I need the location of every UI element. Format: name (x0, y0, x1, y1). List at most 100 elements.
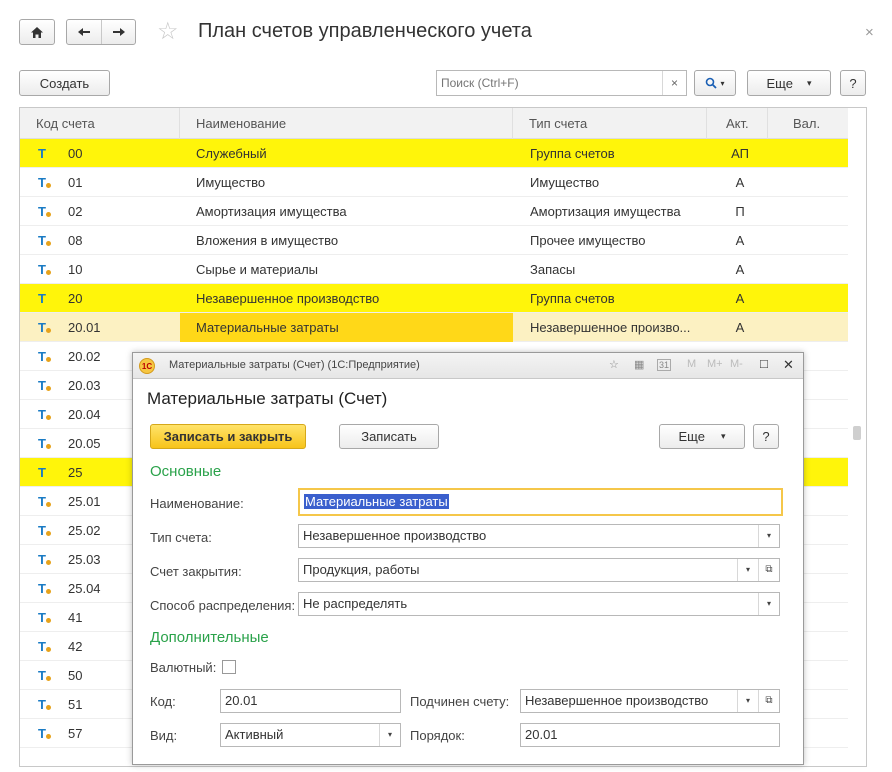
code-label: Код: (150, 694, 176, 709)
scrollbar-thumb[interactable] (853, 426, 861, 440)
save-and-close-button[interactable]: Записать и закрыть (150, 424, 306, 449)
account-type: Прочее имущество (530, 233, 646, 248)
account-dot-icon (46, 647, 51, 652)
account-akt: А (735, 291, 745, 306)
account-icon: T (38, 429, 52, 458)
order-value: 20.01 (525, 727, 558, 742)
account-type: Группа счетов (530, 291, 615, 306)
account-name: Амортизация имущества (196, 204, 347, 219)
account-icon: T (38, 661, 52, 690)
account-icon: T (38, 226, 52, 255)
star-icon[interactable]: ☆ (157, 20, 179, 44)
memory-minus-icon[interactable]: M- (730, 358, 743, 370)
kind-field[interactable]: Активный ▾ (220, 723, 401, 747)
home-button[interactable] (19, 19, 55, 45)
maximize-icon[interactable]: □ (760, 356, 768, 371)
table-row[interactable]: T 00 Служебный Группа счетов АП (20, 139, 850, 168)
chevron-down-icon[interactable]: ▾ (758, 593, 779, 615)
account-icon: T (38, 313, 52, 342)
account-code: 08 (68, 233, 83, 248)
account-akt: АП (731, 146, 749, 161)
name-label: Наименование: (150, 496, 244, 511)
column-header-code[interactable]: Код счета (20, 108, 180, 139)
chevron-down-icon[interactable]: ▾ (758, 525, 779, 547)
search-options-button[interactable]: ▾ (694, 70, 736, 96)
account-type-field[interactable]: Незавершенное производство ▾ (298, 524, 780, 548)
closing-account-field[interactable]: Продукция, работы ▾ ⧉ (298, 558, 780, 582)
chevron-down-icon[interactable]: ▾ (737, 690, 758, 712)
account-icon: T (38, 574, 52, 603)
memory-icon[interactable]: M (687, 358, 696, 370)
favorite-icon[interactable]: ☆ (609, 358, 619, 371)
table-header: Код счета Наименование Тип счета Акт. Ва… (20, 108, 850, 139)
open-icon[interactable]: ⧉ (758, 559, 779, 581)
table-row[interactable]: T 02 Амортизация имущества Амортизация имущ… (20, 197, 850, 226)
distribution-field[interactable]: Не распределять ▾ (298, 592, 780, 616)
arrow-right-icon (112, 28, 125, 36)
order-field[interactable]: 20.01 (520, 723, 780, 747)
account-type-icon: T (38, 697, 46, 712)
closing-account-label: Счет закрытия: (150, 564, 242, 579)
account-type-icon: T (38, 465, 46, 480)
column-header-type[interactable]: Тип счета (513, 108, 707, 139)
chevron-down-icon[interactable]: ▾ (737, 559, 758, 581)
code-value: 20.01 (225, 693, 258, 708)
account-dot-icon (46, 444, 51, 449)
close-icon[interactable]: × (865, 24, 874, 41)
search-icon (706, 77, 718, 89)
account-type-icon: T (38, 262, 46, 277)
code-field[interactable]: 20.01 (220, 689, 401, 713)
account-code: 10 (68, 262, 83, 277)
account-type: Амортизация имущества (530, 204, 681, 219)
column-header-val[interactable]: Вал. (768, 108, 850, 139)
account-dot-icon (46, 589, 51, 594)
account-type-icon: T (38, 233, 46, 248)
table-row[interactable]: T 01 Имущество Имущество А (20, 168, 850, 197)
account-dot-icon (46, 183, 51, 188)
clear-search-icon[interactable]: × (662, 71, 686, 95)
table-row[interactable]: T 10 Сырье и материалы Запасы А (20, 255, 850, 284)
dialog-help-button[interactable]: ? (753, 424, 779, 449)
account-akt: А (735, 175, 745, 190)
account-type-icon: T (38, 494, 46, 509)
open-icon[interactable]: ⧉ (758, 690, 779, 712)
forward-button[interactable] (101, 20, 135, 44)
column-header-name[interactable]: Наименование (180, 108, 513, 139)
account-type-label: Тип счета: (150, 530, 212, 545)
search-input[interactable] (437, 71, 663, 95)
create-button[interactable]: Создать (19, 70, 110, 96)
distribution-label: Способ распределения: (150, 598, 296, 613)
dialog-more-button[interactable]: Еще ▾ (659, 424, 745, 449)
chevron-down-icon[interactable]: ▾ (379, 724, 400, 746)
account-icon: T (38, 284, 52, 313)
account-dialog: 1С Материальные затраты (Счет) (1С:Предп… (132, 352, 804, 765)
kind-label: Вид: (150, 728, 178, 743)
parent-account-field[interactable]: Незавершенное производство ▾ ⧉ (520, 689, 780, 713)
memory-plus-icon[interactable]: M+ (707, 358, 723, 370)
help-button[interactable]: ? (840, 70, 866, 96)
calculator-icon[interactable]: ▦ (634, 358, 644, 371)
account-name: Вложения в имущество (196, 233, 339, 248)
account-dot-icon (46, 531, 51, 536)
table-row[interactable]: T 08 Вложения в имущество Прочее имущество А (20, 226, 850, 255)
account-type-icon: T (38, 639, 46, 654)
account-type: Группа счетов (530, 146, 615, 161)
distribution-value: Не распределять (303, 596, 408, 611)
table-row[interactable]: T 20 Незавершенное производство Группа счет… (20, 284, 850, 313)
home-icon (31, 26, 43, 38)
back-button[interactable] (67, 20, 101, 44)
account-dot-icon (46, 386, 51, 391)
account-type-value: Незавершенное производство (303, 528, 487, 543)
account-name: Имущество (196, 175, 266, 190)
calendar-icon[interactable]: 31 (657, 359, 672, 371)
more-button[interactable]: Еще ▾ (747, 70, 831, 96)
close-icon[interactable]: ✕ (783, 357, 794, 373)
account-dot-icon (46, 705, 51, 710)
table-row[interactable]: T 20.01 Материальные затраты Незавершенное … (20, 313, 850, 342)
name-field[interactable]: Материальные затраты (298, 488, 783, 516)
dialog-title: Материальные затраты (Счет) (147, 389, 388, 408)
account-akt: А (735, 233, 745, 248)
save-button[interactable]: Записать (339, 424, 439, 449)
column-header-akt[interactable]: Акт. (707, 108, 768, 139)
currency-checkbox[interactable] (222, 660, 236, 674)
